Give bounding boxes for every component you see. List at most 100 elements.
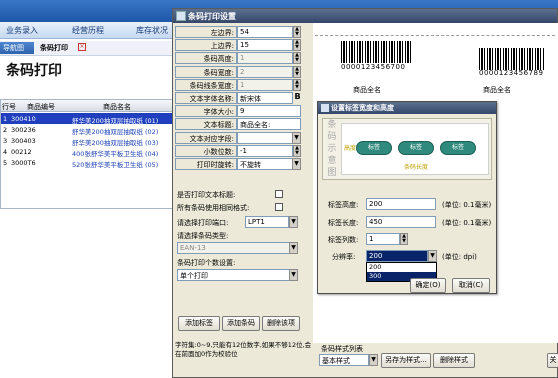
barcode-schematic: 条码示意图 高度 标签 标签 标签 条码长度	[322, 118, 492, 180]
same-format-checkbox[interactable]	[275, 203, 283, 211]
resolution-unit: (单位: dpi)	[442, 253, 477, 261]
barcode-type-select[interactable]: EAN-13	[177, 242, 293, 254]
field-label: 左边界:	[175, 26, 237, 38]
menu-history[interactable]: 经营历程	[72, 25, 104, 36]
barcode-type-label: 请选择条码类型:	[177, 232, 229, 240]
table-row[interactable]: 3 300403 舒华美200抽双层抽取纸 (03)	[1, 135, 176, 147]
label-columns-label: 标签列数:	[328, 236, 359, 244]
port-select[interactable]: LPT1	[245, 216, 289, 228]
field-input[interactable]: 9	[237, 105, 301, 118]
col-product-code[interactable]: 商品编号	[27, 102, 55, 112]
chevron-down-icon[interactable]: ▼	[289, 216, 298, 228]
style-list-label: 条码样式列表	[321, 345, 363, 353]
spinner-icon[interactable]: ▲ ▼	[293, 144, 301, 157]
barcode-right-text: 0000123456789	[479, 69, 544, 77]
label-length-unit: (单位: 0.1毫米)	[442, 219, 492, 227]
field-input[interactable]: 2	[237, 65, 293, 78]
field-label: 文本字体名称:	[175, 92, 237, 104]
product-code-cell: 300236	[11, 126, 36, 134]
spinner-icon[interactable]: ▲ ▼	[293, 52, 301, 65]
schematic-side-label: 条码示意图	[327, 120, 337, 178]
spinner-icon[interactable]: ▲ ▼	[293, 39, 301, 52]
field-label: 字体大小:	[175, 105, 237, 118]
table-header: 行号 商品编号 商品名名	[1, 100, 176, 112]
app-icon	[321, 104, 329, 112]
resolution-option-200[interactable]: 200	[367, 263, 436, 272]
row-number-cell: 3	[3, 137, 8, 145]
label-height-unit: (单位: 0.1毫米)	[442, 201, 492, 209]
height-side-label: 高度	[344, 145, 357, 152]
field-input[interactable]: -1	[237, 144, 293, 157]
chevron-down-icon[interactable]: ▼	[289, 269, 298, 281]
row-number-cell: 5	[3, 159, 8, 167]
save-as-style-button[interactable]: 另存为样式...	[381, 353, 431, 368]
spinner-icon[interactable]: ▲ ▼	[293, 65, 301, 78]
length-caption: 条码长度	[404, 164, 429, 171]
menu-inventory[interactable]: 库存状况	[136, 25, 168, 36]
add-barcode-button[interactable]: 添加条码	[222, 316, 260, 331]
menu-business-entry[interactable]: 业务录入	[6, 25, 38, 36]
field-label: 条码线条宽度:	[175, 78, 237, 91]
col-row-number: 行号	[2, 103, 16, 111]
delete-style-button[interactable]: 删除样式	[433, 353, 475, 368]
row-number-cell: 2	[3, 126, 8, 134]
field-input[interactable]: 商品全名:	[237, 118, 301, 131]
label-size-dialog: 设置标签宽度和高度 条码示意图 高度 标签 标签 标签 条码长度 标签高度: 2…	[317, 101, 497, 294]
close-button[interactable]: 关	[547, 353, 558, 368]
label-height-input[interactable]: 200	[366, 198, 436, 210]
spinner-icon[interactable]: ▲ ▼	[293, 26, 301, 38]
menu-bar: 业务录入 经营历程 库存状况	[0, 22, 175, 39]
font-picker-button[interactable]: B	[293, 92, 302, 104]
charset-hint: 字符集:0~9,只能有12位数字,如果不够12位,会在前面加0作为校验位	[175, 341, 312, 358]
print-count-label: 条码打印个数设置:	[177, 259, 236, 267]
chevron-down-icon[interactable]: ▼	[428, 250, 437, 262]
port-label: 请选择打印端口:	[177, 219, 229, 227]
chevron-down-icon[interactable]: ▼	[289, 242, 298, 254]
chevron-down-icon[interactable]: ▼	[369, 354, 378, 366]
schematic-pill-right: 标签	[440, 141, 476, 155]
field-input[interactable]	[237, 131, 293, 144]
field-input[interactable]: 54	[237, 26, 293, 38]
chevron-down-icon[interactable]: ▼	[292, 158, 301, 170]
schematic-pill-mid: 标签	[398, 141, 434, 155]
breadcrumb-home[interactable]: 导航图	[0, 42, 34, 54]
style-select[interactable]: 基本样式	[319, 354, 369, 366]
columns-spinner[interactable]: ▲ ▼	[400, 233, 408, 245]
spinner-icon[interactable]: ▲ ▼	[293, 78, 301, 91]
print-title-checkbox[interactable]	[275, 190, 283, 198]
breadcrumb-current[interactable]: 条码打印	[40, 43, 68, 53]
field-input[interactable]: 1	[237, 52, 293, 65]
table-row[interactable]: 4 00212 400张舒华美平板卫生纸 (04)	[1, 146, 176, 158]
label-length-label: 标签长度:	[328, 219, 359, 227]
chevron-down-icon[interactable]: ▼	[292, 131, 301, 144]
print-count-select[interactable]: 单个打印	[177, 269, 293, 281]
page-title: 条码打印	[6, 63, 62, 79]
field-input[interactable]: 1	[237, 78, 293, 91]
ok-button[interactable]: 确定(O)	[410, 278, 446, 293]
add-label-button[interactable]: 添加标签	[178, 316, 220, 331]
field-input[interactable]: 不旋转	[237, 158, 293, 170]
field-input[interactable]: 15	[237, 39, 293, 52]
subdialog-titlebar[interactable]: 设置标签宽度和高度	[318, 102, 496, 114]
field-input[interactable]: 新宋体	[237, 92, 293, 104]
table-row[interactable]: 5 3000T6 520张舒华美平板卫生纸 (05)	[1, 157, 176, 169]
product-name-left: 商品全名	[353, 86, 381, 94]
field-label: 小数位数:	[175, 144, 237, 157]
label-height-label: 标签高度:	[328, 201, 359, 209]
breadcrumb: 导航图 条码打印 ×	[0, 41, 175, 56]
table-row[interactable]: 1 300410 舒华美200抽双层抽取纸 (01)	[1, 113, 176, 125]
resolution-select[interactable]: 200	[366, 250, 428, 262]
delete-item-button[interactable]: 删除该项	[262, 316, 300, 331]
close-icon[interactable]: ×	[78, 43, 86, 51]
product-code-cell: 00212	[11, 148, 32, 156]
label-length-input[interactable]: 450	[366, 216, 436, 228]
col-product-name[interactable]: 商品名名	[103, 102, 131, 112]
barcode-right	[479, 48, 545, 70]
table-row[interactable]: 2 300236 舒华美200抽双层抽取纸 (02)	[1, 124, 176, 136]
cancel-button[interactable]: 取消(C)	[452, 278, 490, 293]
product-code-cell: 300403	[11, 137, 36, 145]
label-columns-input[interactable]: 1	[366, 233, 400, 245]
field-label: 上边界:	[175, 39, 237, 52]
dialog-titlebar[interactable]: 条码打印设置	[173, 9, 557, 23]
row-number-cell: 1	[3, 115, 8, 123]
